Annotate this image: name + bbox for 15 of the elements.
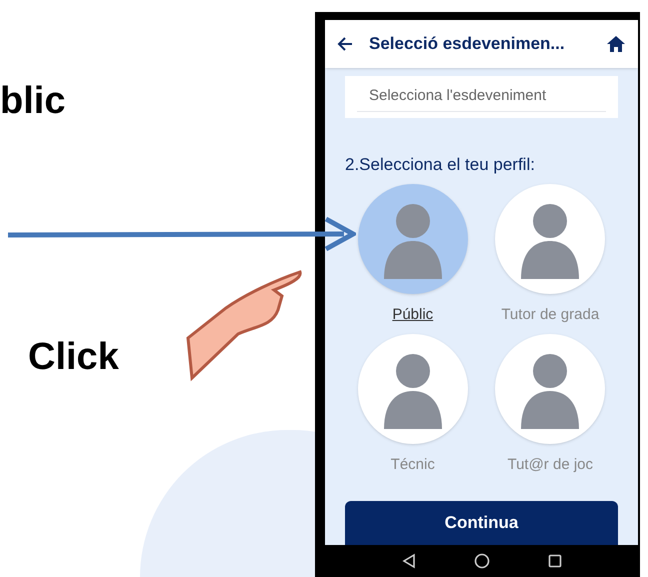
back-arrow-icon[interactable] xyxy=(337,36,353,52)
home-icon[interactable] xyxy=(606,35,626,53)
slide-caption: Click xyxy=(28,338,119,376)
continue-button[interactable]: Continua xyxy=(345,501,618,545)
screen-title: Selecció esdevenimen... xyxy=(369,33,566,56)
profile-label: Públic xyxy=(392,304,434,324)
event-field[interactable]: Selecciona l'esdeveniment xyxy=(345,76,618,118)
profile-label: Técnic xyxy=(390,455,435,475)
back-nav-icon[interactable] xyxy=(402,553,416,569)
section-label: 2.Selecciona el teu perfil: xyxy=(344,154,536,176)
profile-label: Tutor de grada xyxy=(501,304,600,324)
recents-nav-icon[interactable] xyxy=(548,554,562,568)
profile-label: Tut@r de joc xyxy=(507,455,594,475)
home-nav-icon[interactable] xyxy=(474,553,490,569)
slide-heading: blic xyxy=(0,82,66,120)
